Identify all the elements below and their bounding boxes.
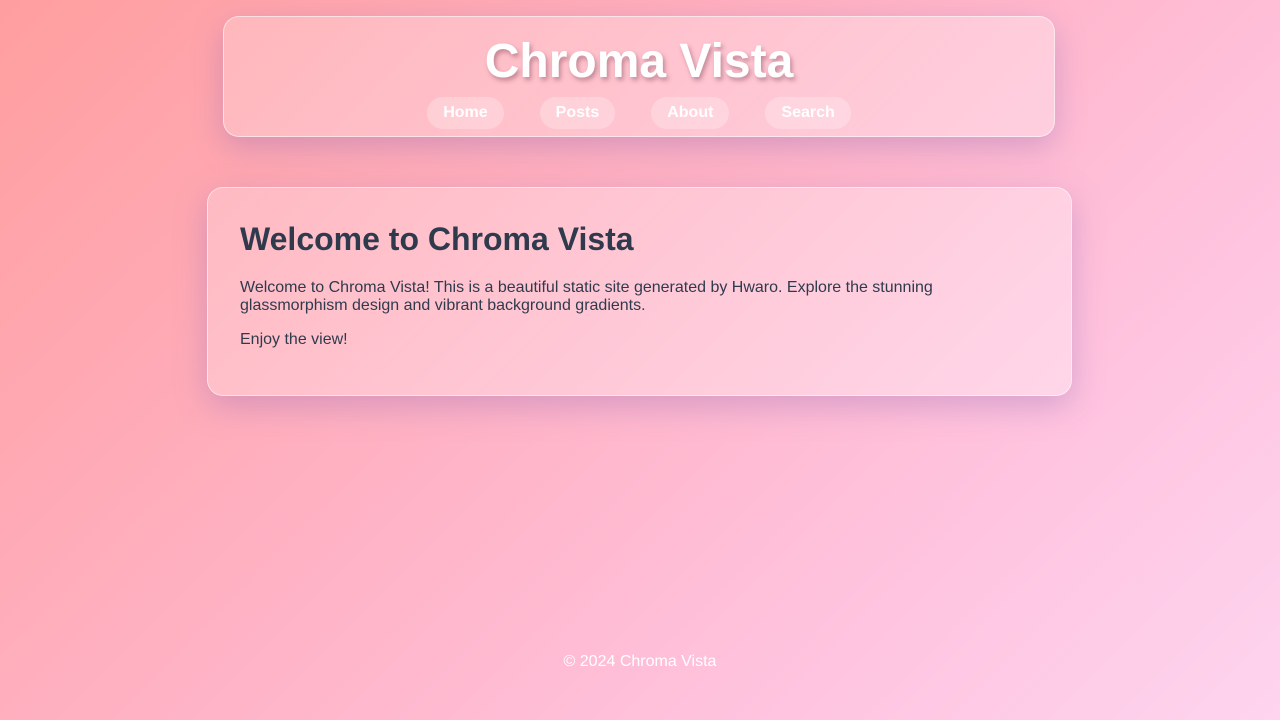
main-nav: Home Posts About Search: [224, 97, 1054, 129]
site-footer: © 2024 Chroma Vista: [0, 653, 1280, 671]
nav-home-link[interactable]: Home: [427, 97, 504, 129]
content-card: Welcome to Chroma Vista Welcome to Chrom…: [207, 187, 1072, 396]
nav-search-link[interactable]: Search: [765, 97, 851, 129]
closing-paragraph: Enjoy the view!: [240, 331, 348, 348]
copyright-text: © 2024 Chroma Vista: [563, 653, 717, 670]
site-title[interactable]: Chroma Vista: [224, 35, 1054, 89]
nav-about-link[interactable]: About: [651, 97, 730, 129]
nav-posts-link[interactable]: Posts: [539, 97, 616, 129]
site-header: Chroma Vista Home Posts About Search: [223, 16, 1055, 137]
page-heading: Welcome to Chroma Vista: [240, 221, 634, 257]
intro-paragraph: Welcome to Chroma Vista! This is a beaut…: [240, 279, 933, 314]
